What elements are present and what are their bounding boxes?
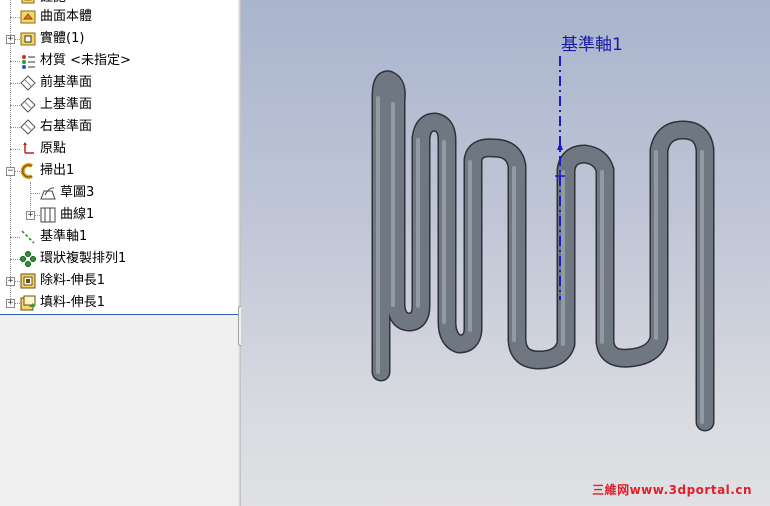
origin-icon [20, 141, 36, 157]
cut-extrude-icon [20, 273, 36, 289]
surface-bodies-icon [20, 9, 36, 25]
collapse-toggle[interactable]: − [6, 167, 15, 176]
tree-item-label: 基準軸1 [40, 229, 88, 244]
tree-item-label: 掃出1 [40, 163, 75, 178]
tree-item-cut-extrude[interactable]: + 除料-伸長1 [0, 270, 105, 292]
tree-item-curve[interactable]: + 曲線1 [20, 204, 94, 226]
tree-item-label: 除料-伸長1 [40, 273, 105, 288]
plane-icon [20, 119, 36, 135]
circular-pattern-icon [20, 251, 36, 267]
boss-extrude-icon [20, 295, 36, 311]
tree-divider [0, 314, 238, 315]
tree-item-label: 材質 <未指定> [40, 53, 131, 68]
material-icon [20, 53, 36, 69]
tree-item-label: 填料-伸長1 [40, 295, 105, 310]
tree-empty-area [0, 315, 238, 506]
tree-item-front-plane[interactable]: 前基準面 [0, 72, 92, 94]
tree-item-label: 原點 [40, 141, 67, 156]
tree-item-solid-bodies[interactable]: + 實體(1) [0, 28, 84, 50]
tree-item-boss-extrude[interactable]: + 填料-伸長1 [0, 292, 105, 314]
sweep-icon [20, 163, 36, 179]
tree-item-circular-pattern[interactable]: 環狀複製排列1 [0, 248, 126, 270]
plane-icon [20, 97, 36, 113]
tree-item-material[interactable]: 材質 <未指定> [0, 50, 131, 72]
watermark: 三維网www.3dportal.cn [592, 483, 752, 497]
axis-icon [20, 229, 36, 245]
tree-item-label: 曲線1 [60, 207, 95, 222]
tree-item-sketch[interactable]: 草圖3 [20, 182, 94, 204]
tree-item-label: 實體(1) [40, 31, 85, 46]
tree-item-right-plane[interactable]: 右基準面 [0, 116, 92, 138]
tree-item-axis[interactable]: 基準軸1 [0, 226, 87, 248]
sketch-icon [40, 185, 56, 201]
curve-icon [40, 207, 56, 223]
plane-icon [20, 75, 36, 91]
tree-item-sweep[interactable]: − 掃出1 [0, 160, 74, 182]
expand-toggle[interactable]: + [26, 211, 35, 220]
expand-toggle[interactable]: + [6, 277, 15, 286]
solid-bodies-icon [20, 31, 36, 47]
graphics-viewport[interactable]: 基準軸1 三維网www.3dportal.cn [241, 0, 770, 506]
tree-item-surface-bodies[interactable]: 曲面本體 [0, 6, 92, 28]
tree-item-origin[interactable]: 原點 [0, 138, 66, 160]
tree-item-label: 草圖3 [60, 185, 95, 200]
tree-item-label: 前基準面 [40, 75, 93, 90]
expand-toggle[interactable]: + [6, 299, 15, 308]
tree-item-label: 上基準面 [40, 97, 93, 112]
tree-item-label: 曲面本體 [40, 9, 93, 24]
serpentine-tube-model[interactable] [241, 0, 770, 506]
tree-item-top-plane[interactable]: 上基準面 [0, 94, 92, 116]
datum-axis-arrow-icon [557, 142, 563, 150]
tree-item-label: 右基準面 [40, 119, 93, 134]
tree-item-label: 環狀複製排列1 [40, 251, 127, 266]
datum-axis-label[interactable]: 基準軸1 [561, 30, 623, 55]
expand-toggle[interactable]: + [6, 35, 15, 44]
feature-tree-panel: 註記 曲面本體 + 實體(1) 材質 <未指定> 前基準面 [0, 0, 238, 506]
